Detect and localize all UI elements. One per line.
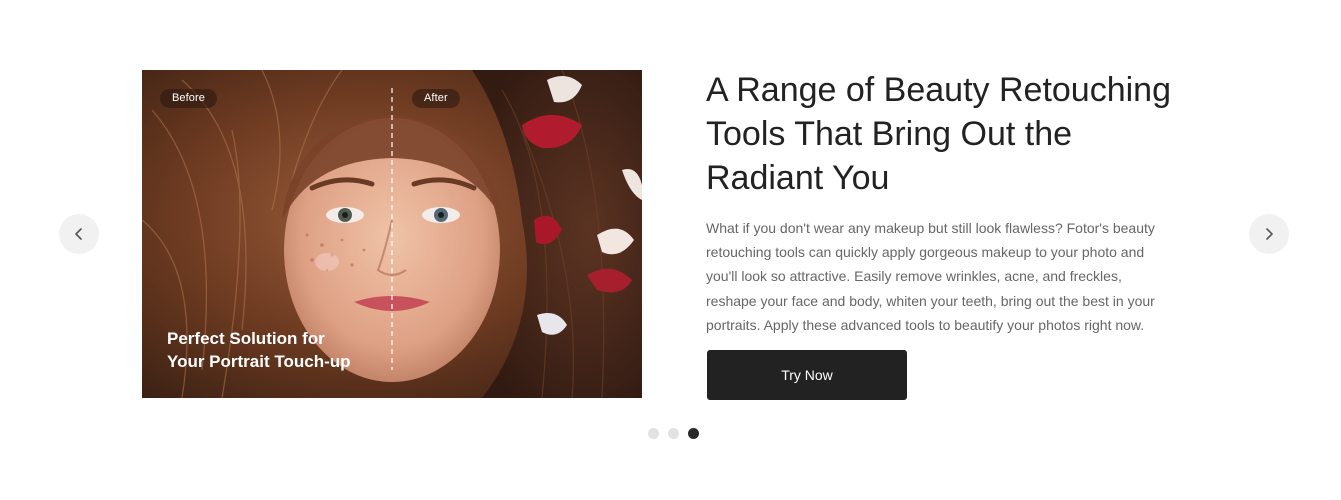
section-title: A Range of Beauty Retouching Tools That … — [706, 68, 1226, 200]
caption-line: Perfect Solution for — [167, 329, 325, 348]
carousel-next-button[interactable] — [1249, 214, 1289, 254]
description-line: retouching tools can quickly apply gorge… — [706, 244, 1145, 261]
description-line: you'll look so attractive. Easily remove… — [706, 268, 1122, 285]
section-description: What if you don't wear any makeup but st… — [706, 216, 1206, 337]
before-label: Before — [160, 89, 218, 108]
carousel-dot-1[interactable] — [648, 427, 659, 439]
caption-line: Your Portrait Touch-up — [167, 352, 351, 371]
try-now-button[interactable]: Try Now — [707, 350, 907, 400]
after-label: After — [412, 89, 460, 108]
description-line: portraits. Apply these advanced tools to… — [706, 316, 1145, 333]
chevron-left-icon — [75, 228, 82, 240]
title-line: A Range of Beauty Retouching — [706, 71, 1171, 109]
description-line: What if you don't wear any makeup but st… — [706, 220, 1155, 236]
carousel-pagination — [648, 427, 699, 439]
description-line: reshape your face and body, whiten your … — [706, 292, 1155, 309]
chevron-right-icon — [1266, 228, 1273, 240]
carousel-dot-3[interactable] — [688, 427, 699, 439]
beauty-retouching-carousel: Before After Perfect Solution for Your P… — [0, 0, 1341, 500]
photo-caption: Perfect Solution for Your Portrait Touch… — [167, 327, 387, 373]
carousel-prev-button[interactable] — [59, 214, 99, 254]
title-line: Radiant You — [706, 159, 890, 197]
carousel-dot-2[interactable] — [668, 427, 679, 439]
title-line: Tools That Bring Out the — [706, 115, 1073, 153]
